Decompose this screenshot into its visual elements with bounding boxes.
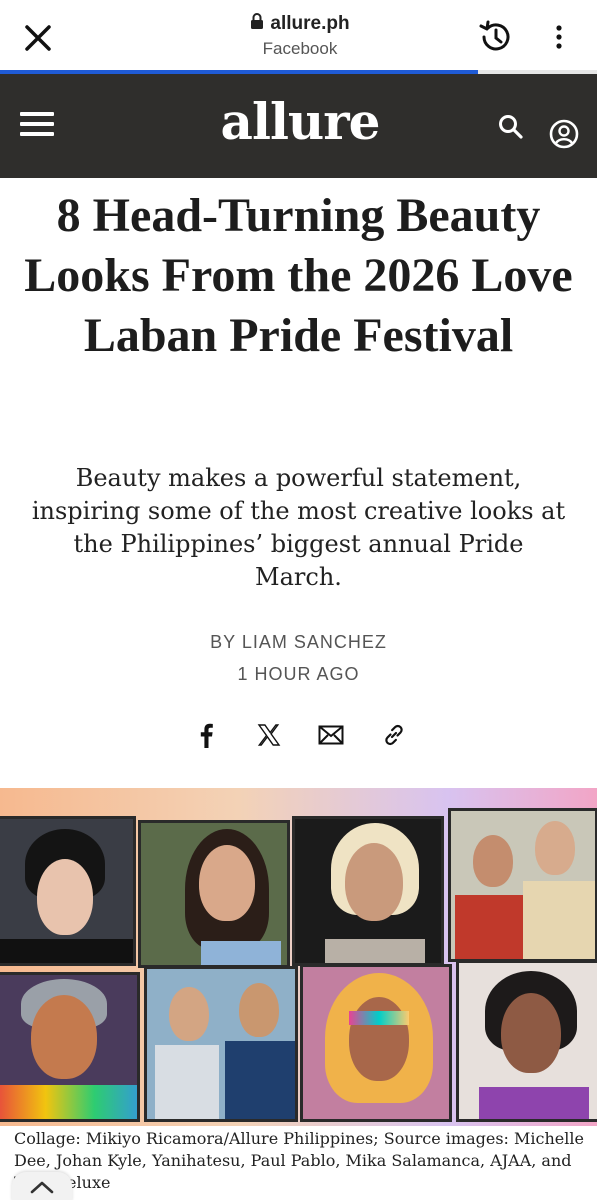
collage-image <box>0 788 597 1126</box>
share-bar <box>190 718 410 752</box>
article-dek: Beauty makes a powerful statement, inspi… <box>31 464 566 591</box>
lock-icon <box>250 12 264 36</box>
site-logo[interactable]: allure <box>200 92 400 151</box>
collage-photo-3 <box>292 816 444 966</box>
article-timestamp: 1 HOUR AGO <box>237 664 360 684</box>
link-icon[interactable] <box>378 719 410 751</box>
scroll-up-button[interactable] <box>12 1172 72 1200</box>
collage-photo-5 <box>0 972 140 1122</box>
collage-photo-4 <box>448 808 597 962</box>
account-icon[interactable] <box>548 118 580 150</box>
x-icon[interactable] <box>253 719 285 751</box>
close-icon[interactable] <box>20 20 56 56</box>
collage-photo-2 <box>138 820 290 968</box>
collage-photo-6 <box>144 966 298 1122</box>
address-bar[interactable]: allure.ph Facebook <box>200 12 400 59</box>
browser-toolbar: allure.ph Facebook <box>0 0 597 74</box>
collage-photo-7 <box>300 964 452 1122</box>
chevron-up-icon <box>30 1181 54 1194</box>
email-icon[interactable] <box>315 719 347 751</box>
collage-photo-8 <box>456 960 597 1122</box>
image-caption: Collage: Mikiyo Ricamora/Allure Philippi… <box>14 1129 584 1192</box>
menu-icon[interactable] <box>20 112 56 138</box>
more-vertical-icon[interactable] <box>546 20 572 54</box>
referrer-text: Facebook <box>262 39 338 58</box>
search-icon[interactable] <box>496 112 526 142</box>
collage-photo-1 <box>0 816 136 966</box>
site-header: allure <box>0 74 597 178</box>
facebook-icon[interactable] <box>190 719 222 751</box>
url-text: allure.ph <box>270 13 350 34</box>
history-icon[interactable] <box>476 18 514 56</box>
article-headline: 8 Head-Turning Beauty Looks From the 202… <box>24 189 573 362</box>
article-byline[interactable]: BY LIAM SANCHEZ <box>0 632 597 653</box>
